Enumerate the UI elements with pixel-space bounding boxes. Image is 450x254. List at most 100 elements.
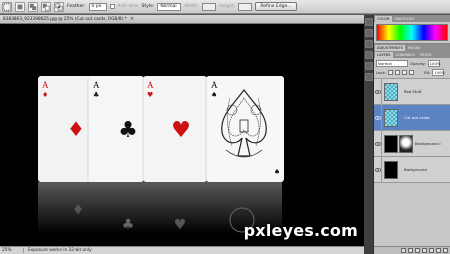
visibility-eye-icon[interactable]: [374, 130, 382, 157]
layer-name: Red Stuff: [404, 89, 422, 94]
width-label: Width:: [184, 4, 199, 9]
tab-channels[interactable]: CHANNELS: [394, 52, 418, 58]
adjustment-layer-icon[interactable]: [422, 248, 427, 253]
intersect-selection-icon[interactable]: [54, 1, 64, 12]
card-rank: A: [147, 80, 154, 90]
layer-row-background-copy[interactable]: Background co...: [374, 130, 450, 157]
paragraph-icon[interactable]: [365, 73, 373, 81]
new-selection-icon[interactable]: [15, 1, 25, 12]
svg-text:♥: ♥: [174, 217, 187, 233]
add-mask-icon[interactable]: [415, 248, 420, 253]
visibility-eye-icon[interactable]: [374, 156, 382, 183]
color-panel: [374, 24, 450, 44]
close-tab-icon[interactable]: ×: [130, 16, 134, 22]
status-bar: 25% Exposure works in 32-bit only: [0, 246, 364, 254]
height-label: Height:: [218, 4, 236, 9]
link-layers-icon[interactable]: [401, 248, 406, 253]
lock-transparency-icon[interactable]: [387, 70, 393, 75]
card-ace-spades: A ♠ ♠: [205, 76, 284, 182]
card-suit-small: ♦: [42, 91, 48, 99]
panel-group: COLOR SWATCHES ADJUSTMENTS MASKS LAYERS …: [374, 15, 450, 254]
tab-layers[interactable]: LAYERS: [375, 52, 393, 58]
svg-text:♦: ♦: [72, 200, 85, 216]
card-suit-small: ♥: [147, 91, 153, 99]
layer-row-cut-out-cards[interactable]: Cut out cards: [374, 104, 450, 131]
add-selection-icon[interactable]: [28, 1, 38, 12]
card-ace-diamonds: A ♦ ♦: [38, 76, 94, 182]
card-rank: A: [211, 80, 218, 90]
adjustments-panel-tabs: ADJUSTMENTS MASKS: [374, 44, 450, 51]
options-bar: Feather: 0 px Anti-alias Style: Normal W…: [0, 0, 450, 14]
delete-layer-icon[interactable]: [443, 248, 448, 253]
fill-label: Fill:: [423, 70, 431, 75]
lock-label: Lock:: [376, 70, 386, 75]
opacity-label: Opacity:: [410, 61, 426, 66]
tab-adjustments[interactable]: ADJUSTMENTS: [375, 45, 405, 51]
clone-source-icon[interactable]: [365, 51, 373, 59]
marquee-tool-icon[interactable]: [2, 1, 12, 12]
document-title: 8383863_923398625.jpg @ 25% (Cut out car…: [3, 16, 127, 22]
actions-icon[interactable]: [365, 29, 373, 37]
canvas[interactable]: ♦ ♣ ♥ A ♦ ♦ A ♣ ♣ A ♥ ♥ A ♠ ♠ pxleyes.co…: [0, 24, 364, 246]
card-suit-center: ♣: [118, 118, 138, 143]
layer-thumbnail: [384, 82, 398, 101]
tab-masks[interactable]: MASKS: [406, 45, 422, 51]
layer-style-icon[interactable]: [408, 248, 413, 253]
brushes-icon[interactable]: [365, 40, 373, 48]
feather-input[interactable]: 0 px: [88, 2, 107, 11]
character-icon[interactable]: [365, 62, 373, 70]
height-input[interactable]: [238, 2, 253, 11]
blend-mode-select[interactable]: Normal: [376, 60, 408, 67]
document-tab[interactable]: 8383863_923398625.jpg @ 25% (Cut out car…: [0, 15, 364, 24]
color-spectrum[interactable]: [376, 24, 448, 41]
width-input[interactable]: [201, 2, 216, 11]
new-layer-icon[interactable]: [436, 248, 441, 253]
card-suit-small: ♠: [211, 91, 217, 99]
visibility-eye-icon[interactable]: [374, 78, 382, 105]
layers-panel: Normal Opacity: 100% Lock: Fill: 100% Re…: [374, 58, 450, 183]
card-ace-clubs: A ♣ ♣: [87, 76, 144, 182]
card-suit-center: ♥: [171, 118, 191, 143]
panels-dock: COLOR SWATCHES ADJUSTMENTS MASKS LAYERS …: [364, 15, 450, 254]
history-icon[interactable]: [365, 18, 373, 26]
layers-controls: Normal Opacity: 100%: [374, 58, 450, 68]
tab-color[interactable]: COLOR: [375, 16, 392, 22]
layers-panel-tabs: LAYERS CHANNELS PATHS: [374, 51, 450, 58]
layer-thumbnail: [384, 134, 398, 153]
photoshop-window: Feather: 0 px Anti-alias Style: Normal W…: [0, 0, 450, 254]
layer-mask-thumbnail[interactable]: [399, 134, 413, 153]
layer-row-background[interactable]: Background: [374, 156, 450, 183]
layer-name: Background: [404, 167, 427, 172]
fill-input[interactable]: 100%: [432, 69, 445, 76]
refine-edge-button[interactable]: Refine Edge...: [255, 2, 297, 11]
document-window: 8383863_923398625.jpg @ 25% (Cut out car…: [0, 15, 364, 254]
card-rank: A: [42, 80, 49, 90]
feather-label: Feather:: [67, 4, 86, 9]
zoom-level[interactable]: 25%: [0, 248, 24, 253]
opacity-input[interactable]: 100%: [427, 60, 440, 67]
lock-row: Lock: Fill: 100%: [374, 68, 450, 79]
panel-icon-strip: [364, 15, 374, 254]
color-panel-tabs: COLOR SWATCHES: [374, 15, 450, 22]
card-rank: A: [93, 80, 100, 90]
style-label: Style:: [141, 4, 155, 9]
style-select[interactable]: Normal: [157, 2, 182, 11]
layer-thumbnail: [384, 160, 398, 179]
lock-pixels-icon[interactable]: [394, 70, 400, 75]
layer-thumbnail: [384, 108, 398, 127]
tab-swatches[interactable]: SWATCHES: [393, 16, 417, 22]
subtract-selection-icon[interactable]: [41, 1, 51, 12]
visibility-eye-icon[interactable]: [374, 104, 382, 131]
watermark: pxleyes.com: [243, 221, 358, 240]
card-suit-small: ♣: [93, 91, 99, 99]
tab-paths[interactable]: PATHS: [418, 52, 433, 58]
new-group-icon[interactable]: [429, 248, 434, 253]
antialias-checkbox[interactable]: [109, 4, 115, 9]
layer-name: Cut out cards: [404, 115, 430, 120]
status-info[interactable]: Exposure works in 32-bit only: [24, 248, 92, 253]
layer-row-red-stuff[interactable]: Red Stuff: [374, 78, 450, 105]
lock-all-icon[interactable]: [408, 70, 414, 75]
card-suit-bottom: ♠: [274, 168, 280, 176]
card-suit-center: ♦: [67, 117, 85, 141]
lock-position-icon[interactable]: [401, 70, 407, 75]
